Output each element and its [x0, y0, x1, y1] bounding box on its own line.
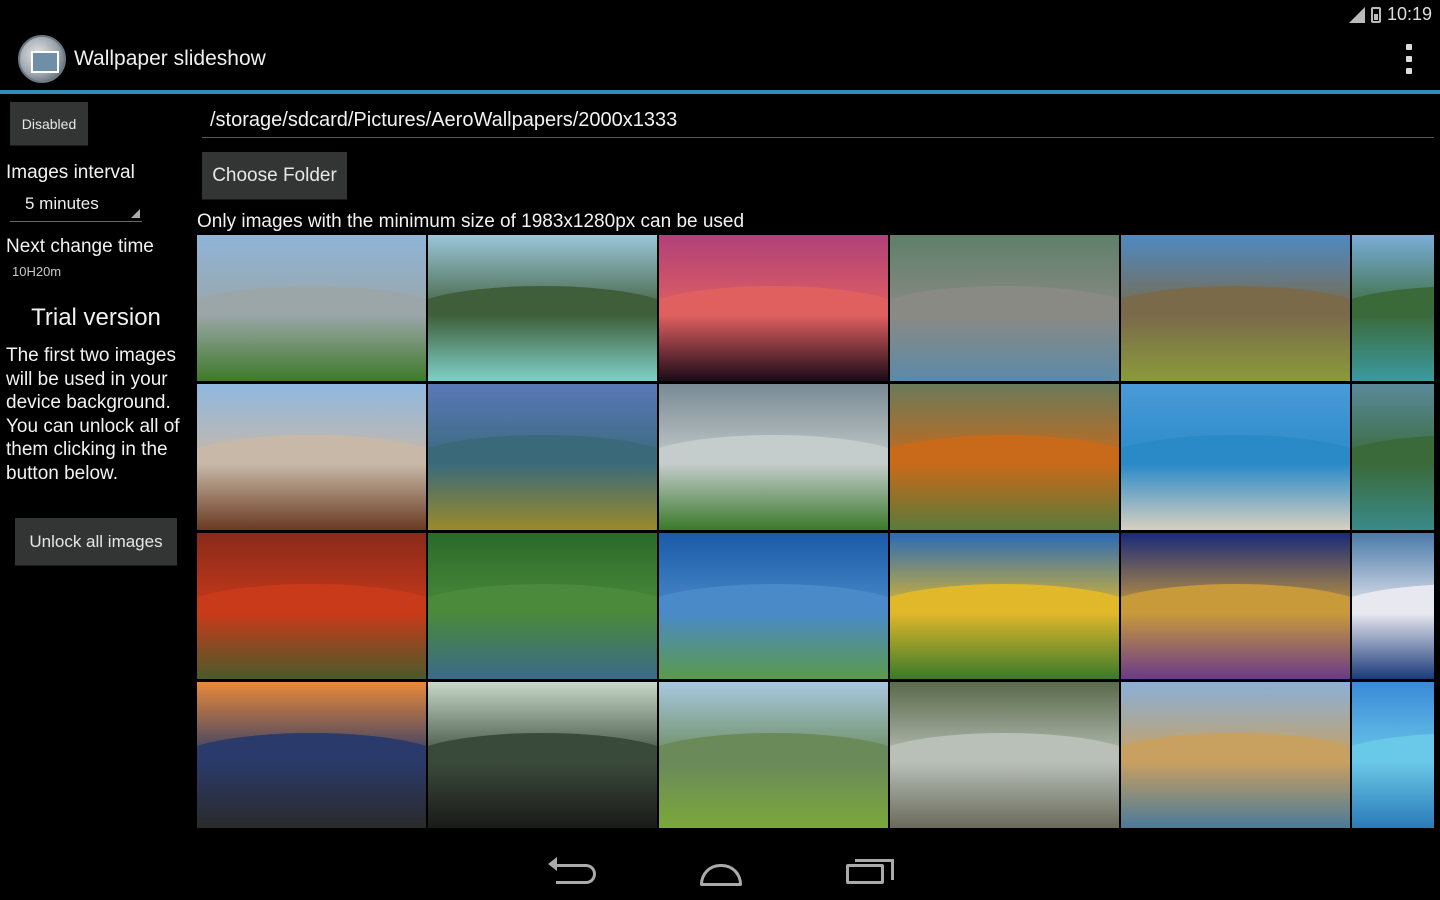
wallpaper-thumbnail[interactable] — [428, 235, 657, 381]
interval-value: 5 minutes — [25, 194, 99, 213]
wallpaper-thumbnail[interactable] — [659, 384, 888, 530]
status-icons: 10:19 — [1348, 4, 1432, 25]
trial-title: Trial version — [31, 304, 161, 331]
wallpaper-thumbnail[interactable] — [1352, 533, 1434, 679]
wallpaper-thumbnail[interactable] — [659, 533, 888, 679]
wallpaper-thumbnail[interactable] — [1121, 682, 1350, 828]
status-time: 10:19 — [1386, 4, 1432, 24]
wallpaper-thumbnail[interactable] — [1352, 235, 1434, 381]
folder-path-text: /storage/sdcard/Pictures/AeroWallpapers/… — [210, 109, 678, 131]
signal-icon — [1348, 6, 1365, 23]
wallpaper-thumbnail[interactable] — [197, 384, 426, 530]
wallpaper-thumbnail[interactable] — [197, 235, 426, 381]
wallpaper-thumbnail[interactable] — [659, 235, 888, 381]
wallpaper-thumbnail[interactable] — [890, 384, 1119, 530]
recent-apps-icon[interactable] — [846, 859, 894, 884]
wallpaper-thumbnail[interactable] — [890, 533, 1119, 679]
choose-folder-button[interactable]: Choose Folder — [202, 152, 347, 200]
next-change-value: 10H20m — [12, 264, 62, 279]
app-icon[interactable] — [18, 35, 66, 83]
min-size-note: Only images with the minimum size of 198… — [197, 211, 745, 232]
interval-spinner[interactable]: 5 minutes — [10, 190, 142, 222]
next-change-label: Next change time — [6, 236, 154, 257]
thumbnail-grid — [197, 235, 1434, 828]
wallpaper-thumbnail[interactable] — [428, 533, 657, 679]
wallpaper-thumbnail[interactable] — [428, 682, 657, 828]
status-bar: 10:19 — [0, 0, 1440, 30]
wallpaper-thumbnail[interactable] — [890, 682, 1119, 828]
wallpaper-thumbnail[interactable] — [197, 533, 426, 679]
wallpaper-thumbnail[interactable] — [1352, 682, 1434, 828]
unlock-all-images-button[interactable]: Unlock all images — [15, 518, 177, 566]
wallpaper-thumbnail[interactable] — [1121, 384, 1350, 530]
spinner-arrow-icon — [131, 209, 140, 218]
folder-path-field[interactable]: /storage/sdcard/Pictures/AeroWallpapers/… — [202, 104, 1434, 138]
wallpaper-thumbnail[interactable] — [197, 682, 426, 828]
wallpaper-thumbnail[interactable] — [1352, 384, 1434, 530]
slideshow-toggle-button[interactable]: Disabled — [10, 102, 88, 146]
wallpaper-thumbnail[interactable] — [1121, 235, 1350, 381]
battery-icon — [1370, 6, 1381, 23]
wallpaper-thumbnail[interactable] — [1121, 533, 1350, 679]
home-icon[interactable] — [700, 864, 742, 886]
trial-description: The first two images will be used in you… — [6, 345, 180, 484]
overflow-menu-icon[interactable] — [1404, 44, 1414, 74]
wallpaper-thumbnail[interactable] — [428, 384, 657, 530]
wallpaper-thumbnail[interactable] — [890, 235, 1119, 381]
sidebar: Disabled Images interval 5 minutes Next … — [0, 94, 192, 834]
wallpaper-thumbnail[interactable] — [659, 682, 888, 828]
navigation-bar — [0, 834, 1440, 900]
back-icon[interactable] — [548, 857, 596, 884]
action-bar: Wallpaper slideshow — [0, 30, 1440, 94]
images-interval-label: Images interval — [6, 162, 135, 183]
app-title: Wallpaper slideshow — [74, 47, 266, 70]
